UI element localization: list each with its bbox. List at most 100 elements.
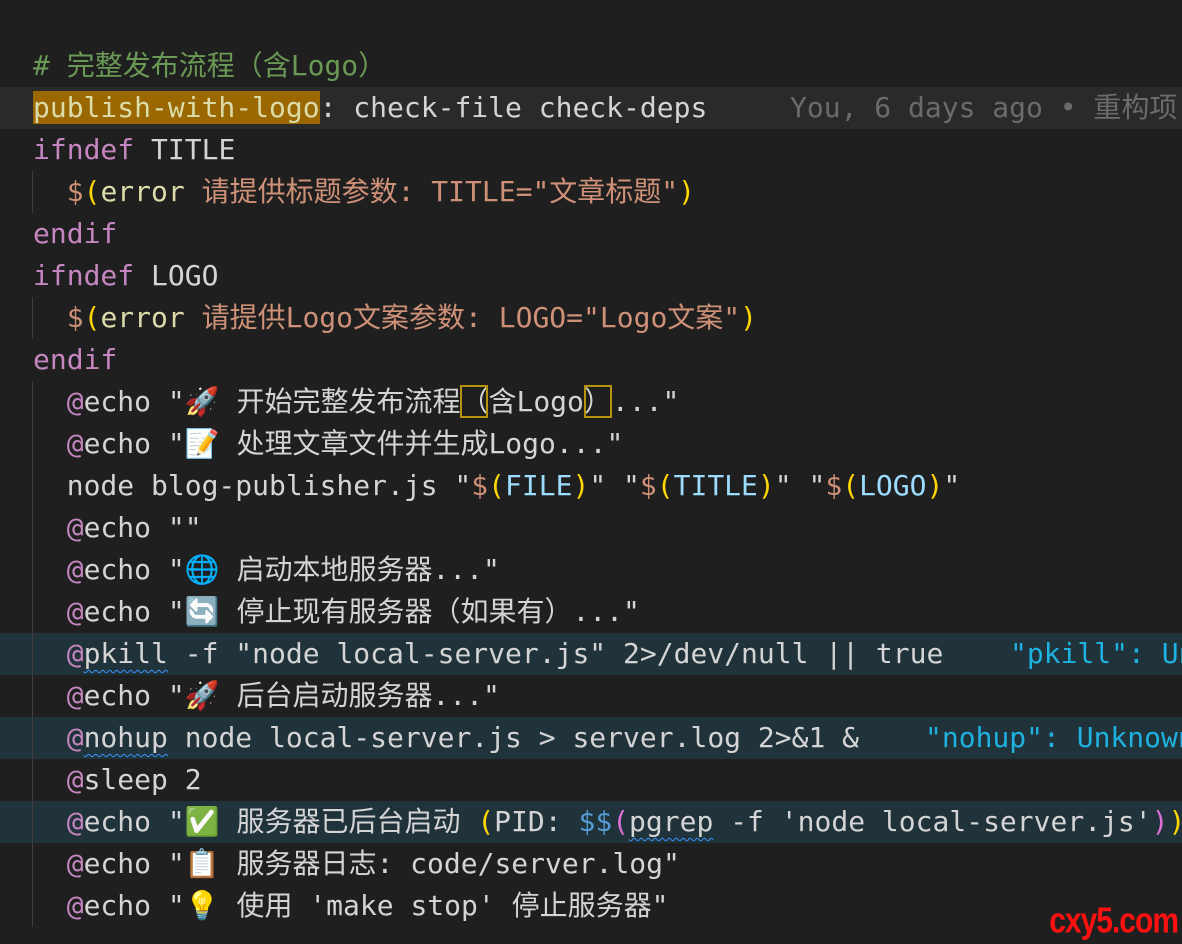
code-token-paren2: ( (612, 805, 630, 838)
code-token-paren: ) (926, 469, 944, 502)
code-token-at: @ (66, 637, 84, 670)
indent-guide (32, 507, 33, 549)
code-line[interactable]: ifndef LOGO (0, 255, 1182, 297)
indent-guide (32, 843, 33, 885)
code-token-str: 请提供标题参数: TITLE="文章标题" (184, 175, 679, 208)
indent-guide (32, 633, 33, 675)
code-line[interactable]: @sleep 2 (0, 759, 1182, 801)
code-token-squig: nohup (83, 721, 168, 754)
inline-diagnostic-message: "nohup": Unknown (925, 721, 1182, 754)
code-token-plain: echo "✅ 服务器已后台启动 (83, 805, 478, 838)
code-token-plain: " (943, 469, 961, 502)
code-token-dollar: $ (66, 175, 84, 208)
code-line[interactable]: $(error 请提供标题参数: TITLE="文章标题") (0, 171, 1182, 213)
code-token-dollar: $ (639, 469, 657, 502)
code-token-dollar: $ (471, 469, 489, 502)
code-token-kw: endif (33, 343, 118, 376)
code-editor[interactable]: # 完整发布流程（含Logo） publish-with-logo: check-… (0, 45, 1182, 927)
code-line[interactable]: @pkill -f "node local-server.js" 2>/dev/… (0, 633, 1182, 675)
code-token-paren: ) (1169, 805, 1182, 838)
code-line[interactable]: @echo "" (0, 507, 1182, 549)
code-token-plain: echo "🔄 停止现有服务器（如果有）..." (83, 595, 640, 628)
code-token-paren: ) (678, 175, 696, 208)
indent-guide (32, 801, 33, 843)
code-line[interactable]: @echo "🚀 后台启动服务器..." (0, 675, 1182, 717)
code-token-plain: node local-server.js > server.log 2>&1 & (167, 721, 860, 754)
code-token-plain: echo "🚀 后台启动服务器..." (83, 679, 500, 712)
code-token-at: @ (66, 805, 84, 838)
code-token-at: @ (66, 679, 84, 712)
code-token-plain: -f 'node local-server.js' (713, 805, 1152, 838)
code-line[interactable]: endif (0, 339, 1182, 381)
code-token-kw: ifndef (33, 133, 135, 166)
code-token-plain: " " (589, 469, 640, 502)
code-line[interactable]: # 完整发布流程（含Logo） (0, 45, 1182, 87)
code-token-box: ） (583, 385, 612, 418)
indent-guide (32, 717, 33, 759)
code-line[interactable]: endif (0, 213, 1182, 255)
code-token-at: @ (66, 721, 84, 754)
code-line[interactable]: publish-with-logo: check-file check-deps… (0, 87, 1182, 129)
code-token-paren: ) (757, 469, 775, 502)
code-token-paren: ( (477, 805, 495, 838)
code-token-at: @ (66, 511, 84, 544)
code-line[interactable]: ifndef TITLE (0, 129, 1182, 171)
code-token-kw: ifndef (33, 259, 135, 292)
indent-guide (32, 549, 33, 591)
code-token-plain: ..." (611, 385, 680, 418)
watermark: cxy5.com (1049, 901, 1179, 941)
code-token-paren: ( (83, 301, 101, 334)
code-line[interactable]: @echo "📋 服务器日志: code/server.log" (0, 843, 1182, 885)
code-token-comment: # 完整发布流程（含Logo） (33, 49, 387, 82)
code-token-var: LOGO (859, 469, 927, 502)
indent-guide (32, 759, 33, 801)
indent-guide (32, 171, 33, 213)
code-token-paren2: ) (1151, 805, 1169, 838)
code-token-var: FILE (505, 469, 573, 502)
code-line[interactable]: @echo "🔄 停止现有服务器（如果有）..." (0, 591, 1182, 633)
code-token-str: 请提供Logo文案参数: LOGO="Logo文案" (184, 301, 741, 334)
code-token-vdollar: $$ (578, 805, 613, 838)
indent-guide (32, 675, 33, 717)
code-token-plain: echo "💡 使用 'make stop' 停止服务器" (83, 889, 669, 922)
code-token-paren: ( (488, 469, 506, 502)
code-line[interactable]: $(error 请提供Logo文案参数: LOGO="Logo文案") (0, 297, 1182, 339)
code-token-at: @ (66, 385, 84, 418)
code-token-dollar: $ (825, 469, 843, 502)
code-token-paren: ) (740, 301, 758, 334)
code-token-plain: LOGO (134, 259, 219, 292)
code-token-paren: ) (572, 469, 590, 502)
code-token-plain: 含Logo (488, 385, 584, 418)
code-line[interactable]: @echo "🌐 启动本地服务器..." (0, 549, 1182, 591)
code-token-plain: echo "🚀 开始完整发布流程 (83, 385, 461, 418)
code-line[interactable]: @echo "🚀 开始完整发布流程（含Logo）..." (0, 381, 1182, 423)
code-token-plain: TITLE (134, 133, 236, 166)
git-blame-annotation[interactable]: You, 6 days ago • 重构项 (790, 87, 1177, 129)
code-token-at: @ (66, 847, 84, 880)
code-token-func: error (100, 175, 185, 208)
indent-guide (32, 591, 33, 633)
code-token-plain: echo "📋 服务器日志: code/server.log" (83, 847, 680, 880)
code-line[interactable]: node blog-publisher.js "$(FILE)" "$(TITL… (0, 465, 1182, 507)
code-token-dollar: $ (66, 301, 84, 334)
code-line[interactable]: @echo "📝 处理文章文件并生成Logo..." (0, 423, 1182, 465)
code-line[interactable]: @echo "💡 使用 'make stop' 停止服务器" (0, 885, 1182, 927)
code-line[interactable]: @echo "✅ 服务器已后台启动 (PID: $$(pgrep -f 'nod… (0, 801, 1182, 843)
indent-guide (32, 381, 33, 423)
code-token-func: error (100, 301, 185, 334)
code-token-paren: ( (842, 469, 860, 502)
code-token-plain: : check-file check-deps (319, 91, 708, 124)
code-line[interactable]: @nohup node local-server.js > server.log… (0, 717, 1182, 759)
code-token-plain: echo "📝 处理文章文件并生成Logo..." (83, 427, 624, 460)
